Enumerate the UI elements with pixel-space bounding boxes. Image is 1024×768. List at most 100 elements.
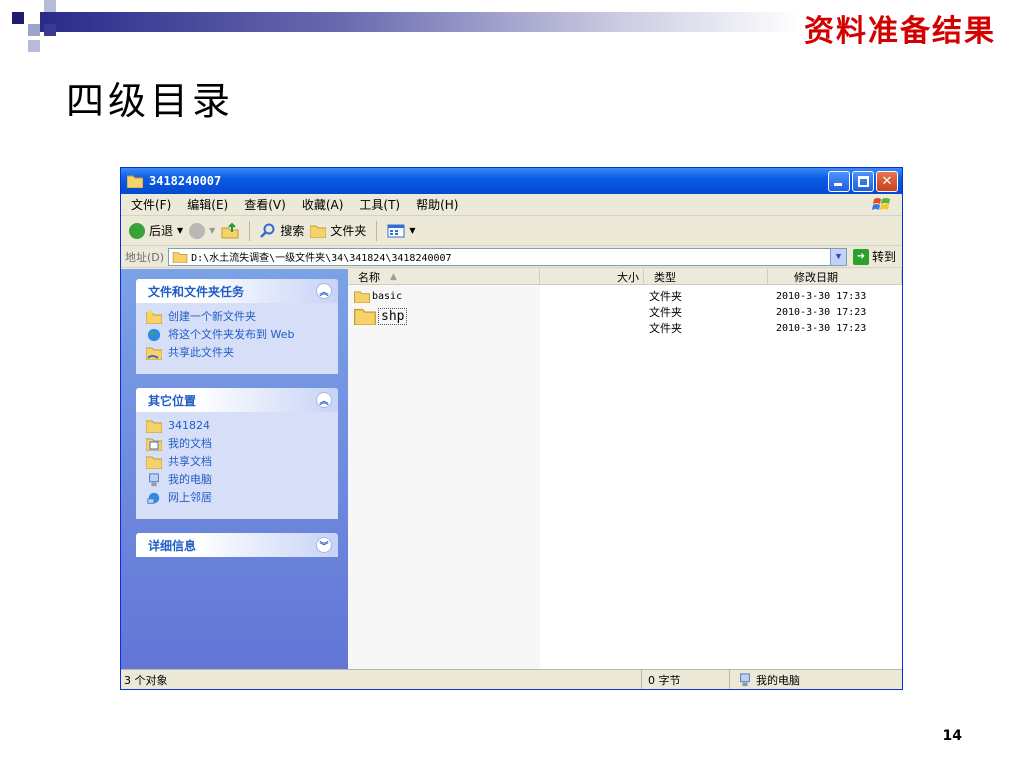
file-list: 名称 ▲ 大小 类型 修改日期 basic 文件夹 2010-3-30 17:3…	[348, 269, 902, 669]
details-panel: 详细信息 ︾	[136, 533, 338, 557]
views-icon	[387, 224, 405, 237]
address-path: D:\水土流失调查\一级文件夹\34\341824\3418240007	[191, 253, 452, 264]
place-label: 我的电脑	[168, 473, 212, 486]
task-pane: 文件和文件夹任务 ︽ 创建一个新文件夹 将这个文件夹发布到 Web 共享此文件夹…	[121, 269, 348, 669]
folder-icon	[127, 175, 143, 188]
views-button[interactable]: ▼	[387, 224, 416, 238]
task-new-folder[interactable]: 创建一个新文件夹	[146, 310, 332, 324]
panel-header[interactable]: 详细信息 ︾	[136, 533, 338, 557]
dropdown-arrow-icon: ▼	[209, 226, 216, 235]
maximize-button[interactable]	[852, 170, 874, 192]
search-button[interactable]: 搜索	[260, 222, 304, 239]
my-computer-icon	[149, 473, 159, 487]
name-column-shade	[348, 285, 540, 669]
explorer-window: 3418240007 ✕ 文件(F) 编辑(E) 查看(V) 收藏(A) 工具(…	[120, 167, 903, 690]
address-input[interactable]: D:\水土流失调查\一级文件夹\34\341824\3418240007 ▼	[168, 247, 847, 266]
close-button[interactable]: ✕	[876, 170, 898, 192]
panel-header[interactable]: 其它位置 ︽	[136, 388, 338, 412]
status-location: 我的电脑	[730, 670, 902, 689]
toolbar-separator	[249, 220, 251, 241]
back-label: 后退	[149, 224, 174, 238]
folder-icon	[146, 420, 162, 433]
file-modified: 2010-3-30 17:23	[776, 322, 867, 334]
decor-square	[28, 24, 40, 36]
place-my-documents[interactable]: 我的文档	[146, 437, 332, 451]
address-label: 地址(D)	[125, 250, 165, 264]
maximize-icon	[858, 175, 869, 187]
go-button[interactable]: ➜ 转到	[847, 248, 902, 265]
column-header-row: 名称 ▲ 大小 类型 修改日期	[348, 269, 902, 285]
task-label: 将这个文件夹发布到 Web	[168, 328, 295, 341]
column-type-label: 类型	[654, 270, 676, 284]
file-modified: 2010-3-30 17:23	[776, 306, 867, 318]
column-header-modified[interactable]: 修改日期	[768, 269, 902, 284]
panel-header[interactable]: 文件和文件夹任务 ︽	[136, 279, 338, 303]
folder-icon	[172, 251, 188, 263]
my-computer-icon	[740, 672, 750, 686]
toolbar-separator	[376, 220, 378, 241]
collapse-icon[interactable]: ︽	[316, 283, 332, 299]
panel-title: 详细信息	[148, 538, 197, 553]
windows-logo-icon	[872, 198, 890, 210]
new-folder-icon	[146, 310, 162, 324]
forward-arrow-icon	[189, 222, 206, 239]
column-header-size[interactable]: 大小	[540, 269, 644, 284]
menu-file[interactable]: 文件(F)	[131, 196, 171, 213]
panel-title: 其它位置	[148, 393, 197, 408]
section-title: 资料准备结果	[804, 14, 996, 49]
column-header-type[interactable]: 类型	[644, 269, 768, 284]
dropdown-arrow-icon: ▼	[177, 226, 184, 235]
forward-button[interactable]: ▼	[189, 222, 216, 239]
menu-edit[interactable]: 编辑(E)	[187, 196, 228, 213]
minimize-button[interactable]	[828, 170, 850, 192]
place-label: 341824	[168, 419, 210, 432]
close-icon: ✕	[881, 173, 893, 189]
place-my-computer[interactable]: 我的电脑	[146, 473, 332, 487]
folders-label: 文件夹	[330, 224, 367, 238]
page-title: 四级目录	[66, 79, 235, 123]
minimize-icon	[834, 182, 842, 186]
column-header-name[interactable]: 名称 ▲	[348, 269, 540, 284]
go-label: 转到	[871, 250, 896, 264]
folders-button[interactable]: 文件夹	[310, 222, 366, 239]
file-row[interactable]: shp 文件夹 2010-3-30 17:23	[348, 304, 902, 325]
place-shared-documents[interactable]: 共享文档	[146, 455, 332, 469]
place-network[interactable]: 网上邻居	[146, 491, 332, 505]
place-341824[interactable]: 341824	[146, 419, 332, 433]
back-arrow-icon	[129, 222, 145, 239]
window-title: 3418240007	[149, 174, 222, 188]
menu-bar: 文件(F) 编辑(E) 查看(V) 收藏(A) 工具(T) 帮助(H)	[121, 194, 902, 216]
page-number: 14	[942, 728, 962, 744]
file-folder-tasks-panel: 文件和文件夹任务 ︽ 创建一个新文件夹 将这个文件夹发布到 Web 共享此文件夹	[136, 279, 338, 374]
menu-help[interactable]: 帮助(H)	[416, 196, 458, 213]
title-bar[interactable]: 3418240007 ✕	[121, 168, 902, 194]
decor-square	[12, 12, 24, 24]
file-modified: 2010-3-30 17:33	[776, 290, 867, 302]
address-dropdown-icon[interactable]: ▼	[829, 248, 846, 265]
publish-web-icon	[147, 328, 161, 342]
search-label: 搜索	[280, 224, 305, 238]
status-size: 0 字节	[642, 670, 730, 689]
panel-title: 文件和文件夹任务	[148, 284, 245, 299]
column-size-label: 大小	[617, 270, 639, 284]
folder-icon	[146, 456, 162, 469]
file-row[interactable]: 文件夹 2010-3-30 17:23	[348, 320, 902, 336]
dropdown-arrow-icon: ▼	[409, 226, 416, 235]
share-folder-icon	[146, 347, 162, 360]
status-bar: 3 个对象 0 字节 我的电脑	[121, 669, 902, 689]
menu-view[interactable]: 查看(V)	[244, 196, 286, 213]
up-folder-button[interactable]	[221, 222, 239, 239]
back-button[interactable]: 后退 ▼	[129, 222, 183, 239]
status-location-label: 我的电脑	[756, 673, 800, 687]
folder-icon	[310, 225, 327, 238]
menu-favorites[interactable]: 收藏(A)	[302, 196, 344, 213]
collapse-icon[interactable]: ︽	[316, 392, 332, 408]
menu-tools[interactable]: 工具(T)	[359, 196, 400, 213]
window-body: 文件和文件夹任务 ︽ 创建一个新文件夹 将这个文件夹发布到 Web 共享此文件夹…	[121, 269, 902, 669]
expand-icon[interactable]: ︾	[316, 537, 332, 553]
task-share-folder[interactable]: 共享此文件夹	[146, 346, 332, 360]
task-publish-web[interactable]: 将这个文件夹发布到 Web	[146, 328, 332, 342]
search-icon	[260, 223, 275, 238]
slide: 资料准备结果 四级目录 14 3418240007 ✕ 文件(F) 编辑(E) …	[0, 0, 1024, 768]
file-type: 文件夹	[649, 306, 682, 319]
